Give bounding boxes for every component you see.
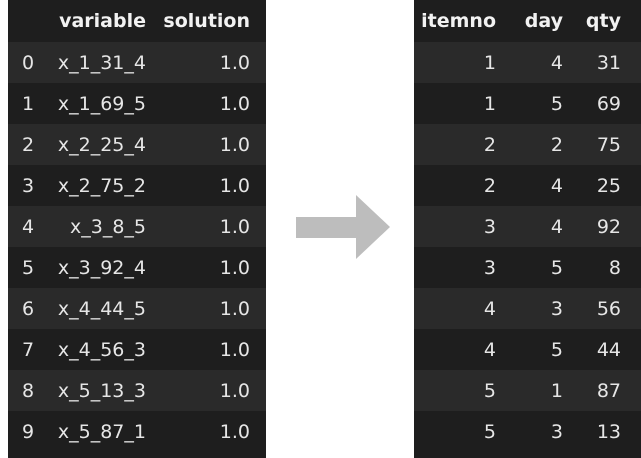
table-row: 8 x_5_13_3 1.0	[8, 370, 266, 411]
variable-cell: x_3_92_4	[46, 247, 146, 288]
row-index: 7	[8, 329, 46, 370]
solution-cell: 1.0	[146, 165, 266, 206]
row-index: 0	[8, 42, 46, 83]
qty-cell: 69	[572, 83, 641, 124]
day-cell: 4	[509, 165, 572, 206]
variable-cell: x_2_75_2	[46, 165, 146, 206]
row-index: 9	[8, 411, 46, 452]
table-row: 5 x_3_92_4 1.0	[8, 247, 266, 288]
solution-cell: 1.0	[146, 83, 266, 124]
qty-header: qty	[585, 10, 621, 32]
solution-cell: 1.0	[146, 206, 266, 247]
qty-cell: 92	[572, 206, 641, 247]
solution-cell: 1.0	[146, 247, 266, 288]
variable-cell: x_5_87_1	[46, 411, 146, 452]
table-header-row: variable solution	[8, 0, 266, 42]
table-row: 1 5 69	[414, 83, 641, 124]
variable-header: variable	[59, 10, 146, 32]
row-index: 2	[8, 124, 46, 165]
solution-cell: 1.0	[146, 288, 266, 329]
table-row: 1 x_1_69_5 1.0	[8, 83, 266, 124]
right-arrow-icon	[296, 195, 390, 259]
table-row: 5 3 13	[414, 411, 641, 452]
table-row: 7 x_4_56_3 1.0	[8, 329, 266, 370]
table-header-row: itemno day qty	[414, 0, 641, 42]
itemno-cell: 1	[414, 42, 509, 83]
variable-cell: x_3_8_5	[46, 206, 146, 247]
day-cell: 1	[509, 370, 572, 411]
left-dataframe-panel: variable solution 0 x_1_31_4 1.0 1 x_1_6…	[8, 0, 266, 458]
table-row: 1 4 31	[414, 42, 641, 83]
day-cell: 5	[509, 329, 572, 370]
table-row: 2 2 75	[414, 124, 641, 165]
table-row: 3 4 92	[414, 206, 641, 247]
variable-cell: x_4_56_3	[46, 329, 146, 370]
table-row: 4 5 44	[414, 329, 641, 370]
row-index: 6	[8, 288, 46, 329]
day-cell: 3	[509, 288, 572, 329]
table-row: 4 3 56	[414, 288, 641, 329]
itemno-cell: 3	[414, 247, 509, 288]
table-row: 3 5 8	[414, 247, 641, 288]
table-row: 4 x_3_8_5 1.0	[8, 206, 266, 247]
itemno-cell: 3	[414, 206, 509, 247]
table-row: 0 x_1_31_4 1.0	[8, 42, 266, 83]
qty-cell: 8	[572, 247, 641, 288]
solution-cell: 1.0	[146, 42, 266, 83]
day-cell: 5	[509, 83, 572, 124]
day-cell: 4	[509, 206, 572, 247]
solution-cell: 1.0	[146, 329, 266, 370]
variable-cell: x_1_69_5	[46, 83, 146, 124]
qty-cell: 87	[572, 370, 641, 411]
qty-cell: 56	[572, 288, 641, 329]
day-cell: 5	[509, 247, 572, 288]
table-row: 9 x_5_87_1 1.0	[8, 411, 266, 452]
qty-cell: 25	[572, 165, 641, 206]
solution-cell: 1.0	[146, 370, 266, 411]
variable-cell: x_1_31_4	[46, 42, 146, 83]
table-row: 2 4 25	[414, 165, 641, 206]
qty-cell: 75	[572, 124, 641, 165]
variable-cell: x_2_25_4	[46, 124, 146, 165]
table-row: 5 1 87	[414, 370, 641, 411]
variable-cell: x_4_44_5	[46, 288, 146, 329]
day-cell: 2	[509, 124, 572, 165]
table-row: 3 x_2_75_2 1.0	[8, 165, 266, 206]
row-index: 1	[8, 83, 46, 124]
variable-solution-table: variable solution 0 x_1_31_4 1.0 1 x_1_6…	[8, 0, 266, 452]
arrow-shape	[296, 195, 390, 259]
day-header: day	[524, 10, 563, 32]
row-index: 5	[8, 247, 46, 288]
row-index: 3	[8, 165, 46, 206]
right-dataframe-panel: itemno day qty 1 4 31 1 5 69 2 2 75 2 4 …	[414, 0, 641, 458]
itemno-cell: 2	[414, 165, 509, 206]
itemno-cell: 2	[414, 124, 509, 165]
itemno-cell: 4	[414, 288, 509, 329]
day-cell: 3	[509, 411, 572, 452]
itemno-cell: 1	[414, 83, 509, 124]
qty-cell: 44	[572, 329, 641, 370]
itemno-cell: 4	[414, 329, 509, 370]
variable-cell: x_5_13_3	[46, 370, 146, 411]
itemno-day-qty-table: itemno day qty 1 4 31 1 5 69 2 2 75 2 4 …	[414, 0, 641, 452]
solution-cell: 1.0	[146, 124, 266, 165]
qty-cell: 13	[572, 411, 641, 452]
table-row: 6 x_4_44_5 1.0	[8, 288, 266, 329]
row-index: 4	[8, 206, 46, 247]
table-row: 2 x_2_25_4 1.0	[8, 124, 266, 165]
solution-cell: 1.0	[146, 411, 266, 452]
itemno-cell: 5	[414, 370, 509, 411]
itemno-cell: 5	[414, 411, 509, 452]
itemno-header: itemno	[421, 10, 496, 32]
index-header	[8, 0, 46, 42]
solution-header: solution	[163, 10, 250, 32]
row-index: 8	[8, 370, 46, 411]
day-cell: 4	[509, 42, 572, 83]
qty-cell: 31	[572, 42, 641, 83]
